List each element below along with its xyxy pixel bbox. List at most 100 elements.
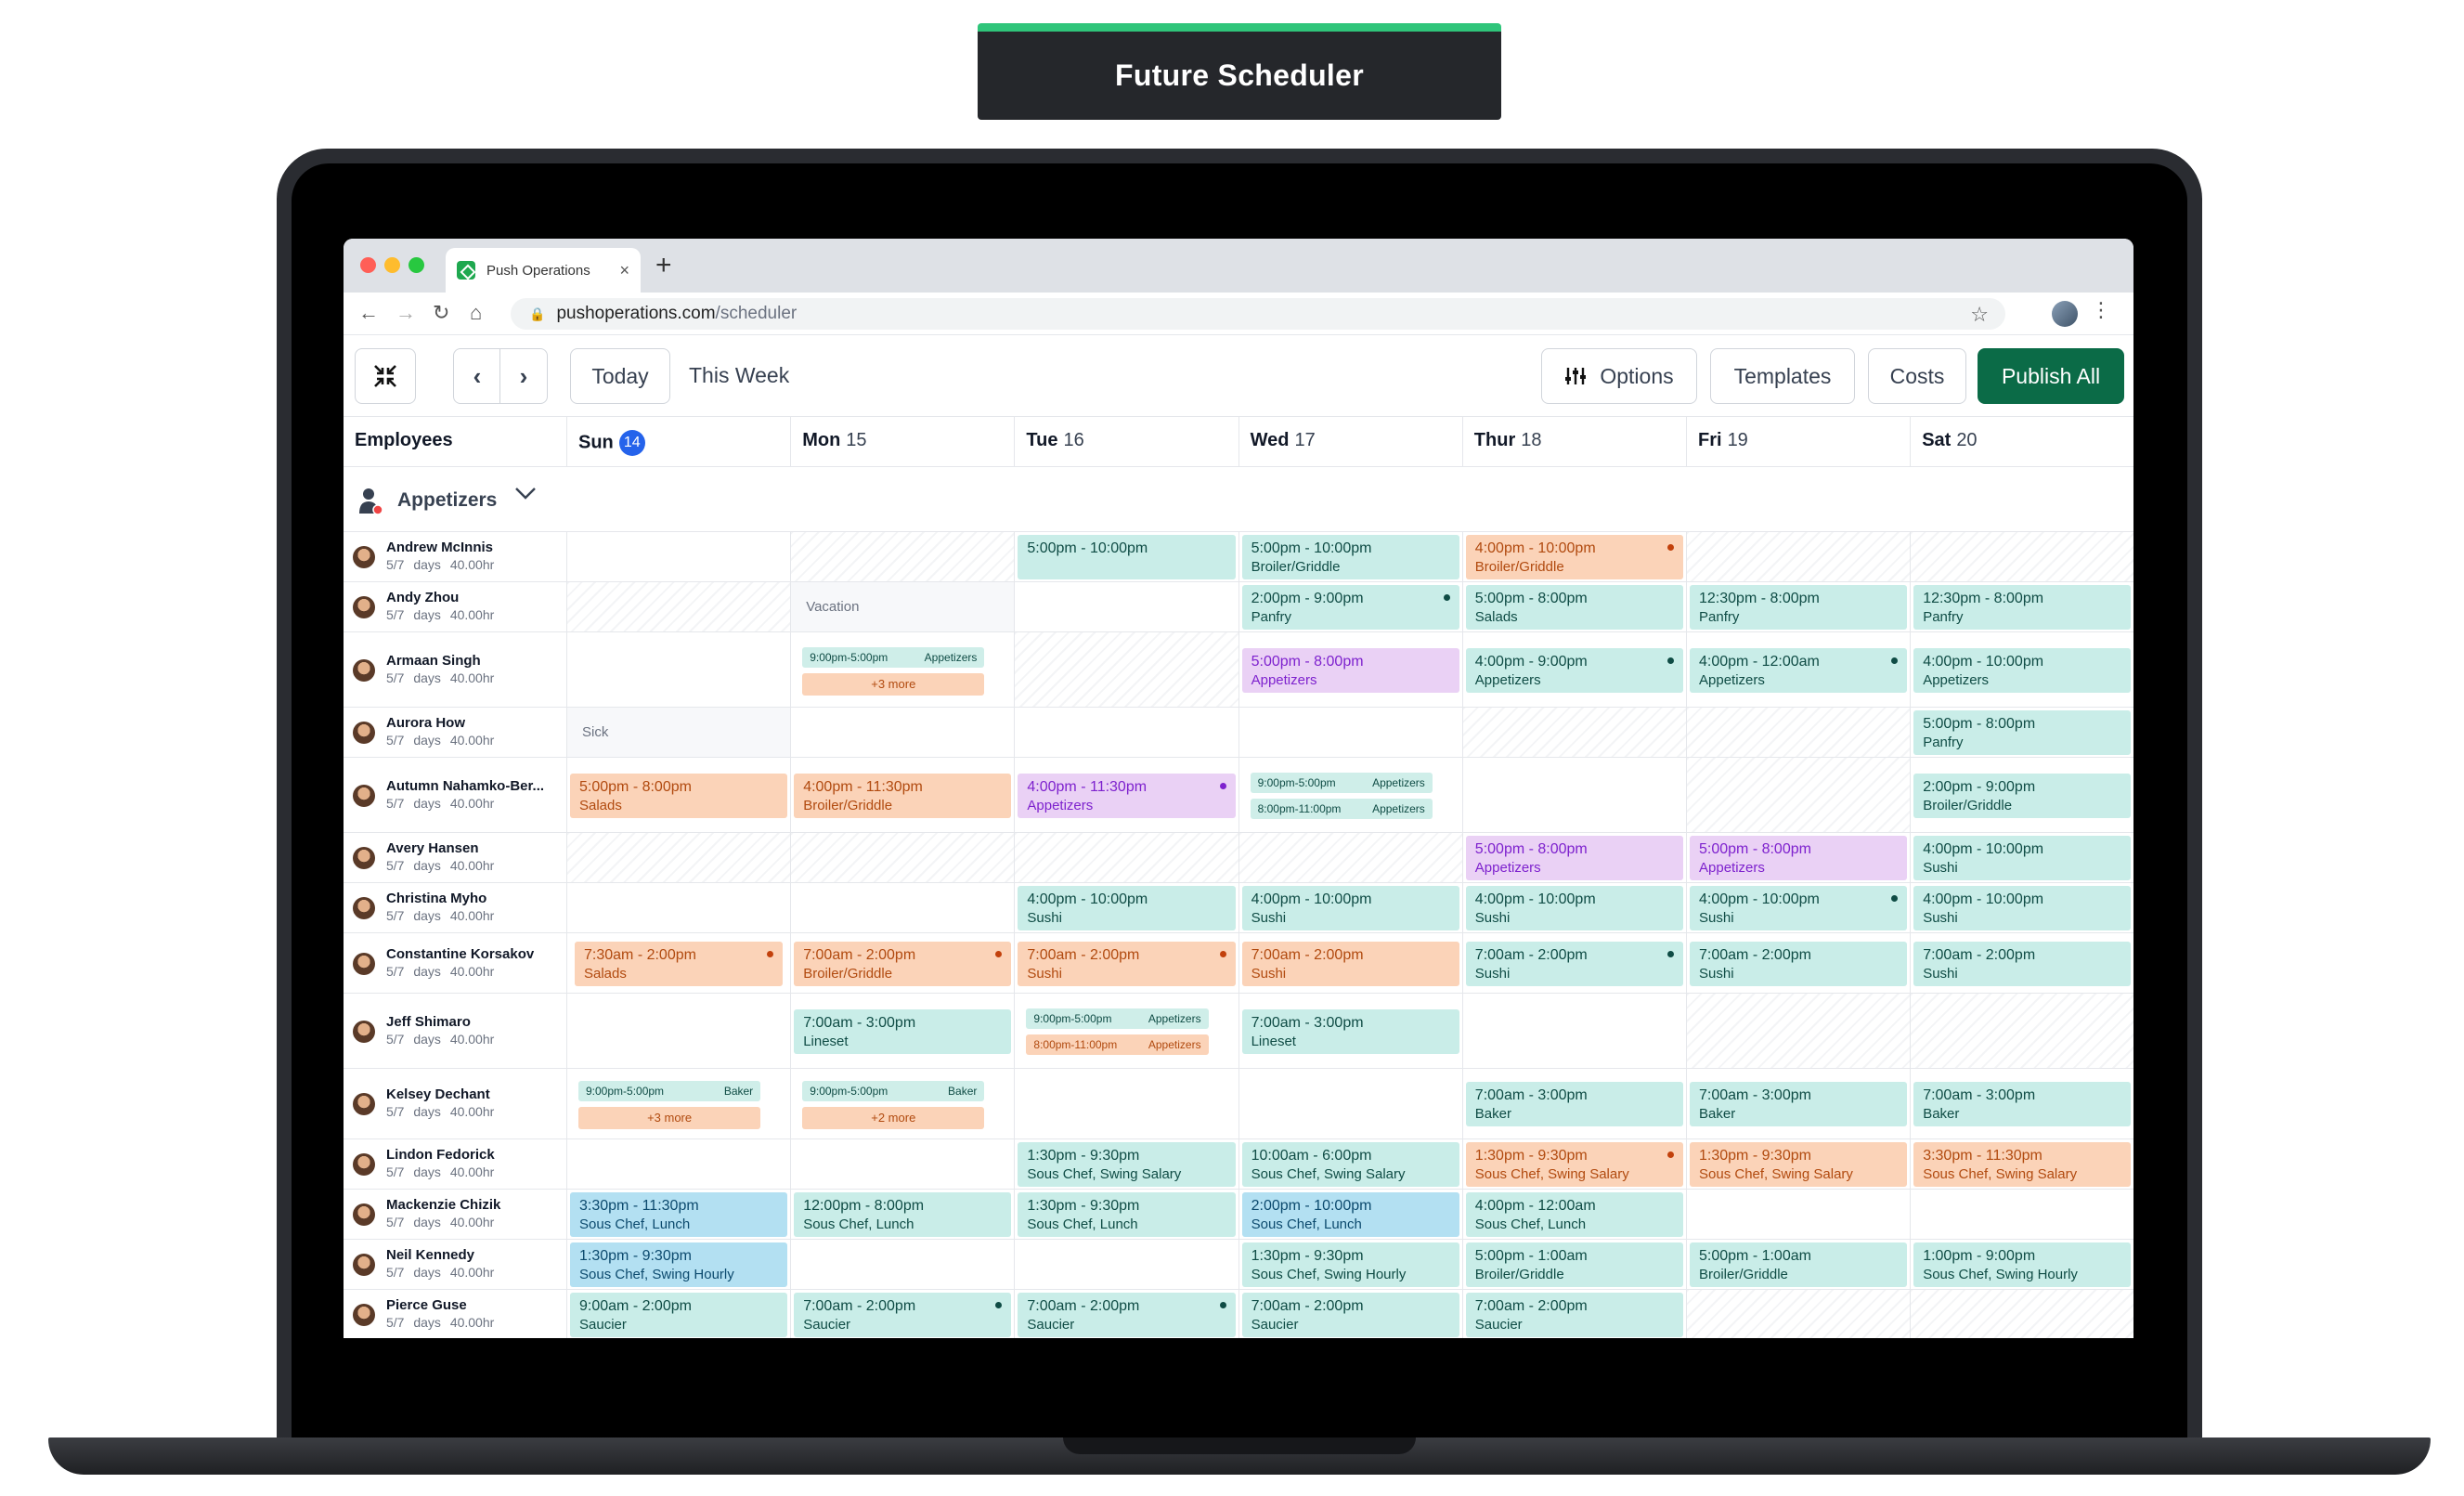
- mini-shift[interactable]: 9:00pm-5:00pm Baker: [578, 1081, 761, 1101]
- schedule-cell[interactable]: 12:30pm - 8:00pm Panfry: [1686, 582, 1910, 631]
- schedule-cell[interactable]: 7:00am - 3:00pm Baker: [1461, 1069, 1686, 1138]
- shift-block[interactable]: 4:00pm - 10:00pm Broiler/Griddle: [1465, 535, 1683, 579]
- schedule-cell[interactable]: 9:00am - 2:00pm Saucier: [566, 1290, 790, 1338]
- shift-block[interactable]: 7:00am - 3:00pm Baker: [1690, 1082, 1908, 1126]
- schedule-cell[interactable]: [1014, 582, 1238, 631]
- employee-cell[interactable]: Autumn Nahamko-Ber... 5/7 days 40.00hr: [344, 758, 566, 832]
- options-button[interactable]: Options: [1541, 348, 1697, 404]
- schedule-cell[interactable]: 9:00pm-5:00pm Appetizers 8:00pm-11:00pm App…: [1238, 758, 1462, 832]
- browser-tab[interactable]: Push Operations ×: [446, 248, 641, 293]
- schedule-cell[interactable]: 7:00am - 2:00pm Sushi: [1461, 933, 1686, 993]
- schedule-cell[interactable]: [1461, 758, 1686, 832]
- schedule-cell[interactable]: 7:00am - 3:00pm Lineset: [790, 994, 1014, 1068]
- templates-button[interactable]: Templates: [1710, 348, 1855, 404]
- group-header-appetizers[interactable]: Appetizers: [344, 467, 2133, 532]
- schedule-cell[interactable]: 12:00pm - 8:00pm Sous Chef, Lunch: [790, 1190, 1014, 1239]
- schedule-cell[interactable]: [1910, 994, 2133, 1068]
- shift-block[interactable]: 7:00am - 2:00pm Saucier: [794, 1293, 1012, 1337]
- more-shifts-button[interactable]: +2 more: [802, 1107, 985, 1129]
- schedule-cell[interactable]: 4:00pm - 10:00pm Sushi: [1910, 833, 2133, 882]
- schedule-cell[interactable]: 1:30pm - 9:30pm Sous Chef, Swing Salary: [1014, 1139, 1238, 1189]
- mini-shift[interactable]: 9:00pm-5:00pm Baker: [802, 1081, 985, 1101]
- schedule-cell[interactable]: [1014, 632, 1238, 707]
- shift-block[interactable]: 5:00pm - 10:00pm: [1018, 535, 1236, 579]
- schedule-cell[interactable]: [790, 833, 1015, 882]
- shift-block[interactable]: 12:00pm - 8:00pm Sous Chef, Lunch: [794, 1192, 1012, 1237]
- shift-block[interactable]: 12:30pm - 8:00pm Panfry: [1913, 585, 2132, 630]
- schedule-cell[interactable]: 4:00pm - 12:00am Sous Chef, Lunch: [1461, 1190, 1686, 1239]
- schedule-cell[interactable]: 7:00am - 2:00pm Sushi: [1014, 933, 1238, 993]
- chevron-down-icon[interactable]: [514, 482, 537, 506]
- shift-block[interactable]: 4:00pm - 11:30pm Appetizers: [1018, 773, 1236, 818]
- schedule-cell[interactable]: 5:00pm - 8:00pm Appetizers: [1686, 833, 1910, 882]
- schedule-cell[interactable]: 4:00pm - 10:00pm Appetizers: [1910, 632, 2133, 707]
- schedule-cell[interactable]: [1910, 1290, 2133, 1338]
- url-field[interactable]: 🔒 pushoperations.com/scheduler ☆: [511, 298, 2005, 330]
- schedule-cell[interactable]: [1238, 1069, 1462, 1138]
- schedule-cell[interactable]: 9:00pm-5:00pm Appetizers +3 more: [790, 632, 1014, 707]
- schedule-cell[interactable]: 1:30pm - 9:30pm Sous Chef, Lunch: [1014, 1190, 1238, 1239]
- shift-block[interactable]: 3:30pm - 11:30pm Sous Chef, Lunch: [570, 1192, 788, 1237]
- shift-block[interactable]: 7:00am - 2:00pm Sushi: [1913, 941, 2132, 986]
- schedule-cell[interactable]: 7:00am - 3:00pm Baker: [1910, 1069, 2133, 1138]
- shift-block[interactable]: 4:00pm - 10:00pm Sushi: [1018, 886, 1236, 930]
- shift-block[interactable]: 7:00am - 2:00pm Sushi: [1018, 941, 1236, 986]
- shift-block[interactable]: 4:00pm - 12:00am Sous Chef, Lunch: [1465, 1192, 1683, 1237]
- shift-block[interactable]: 7:00am - 2:00pm Saucier: [1018, 1293, 1236, 1337]
- shift-block[interactable]: 5:00pm - 8:00pm Appetizers: [1465, 836, 1683, 880]
- shift-block[interactable]: 7:00am - 2:00pm Sushi: [1690, 941, 1908, 986]
- shift-block[interactable]: 1:30pm - 9:30pm Sous Chef, Swing Salary: [1465, 1142, 1683, 1187]
- schedule-cell[interactable]: 7:00am - 2:00pm Broiler/Griddle: [790, 933, 1014, 993]
- schedule-cell[interactable]: 2:00pm - 9:00pm Panfry: [1238, 582, 1462, 631]
- shift-block[interactable]: 3:30pm - 11:30pm Sous Chef, Swing Salary: [1913, 1142, 2132, 1187]
- employee-cell[interactable]: Lindon Fedorick 5/7 days 40.00hr: [344, 1139, 566, 1189]
- schedule-cell[interactable]: [1686, 532, 1911, 581]
- shift-block[interactable]: 5:00pm - 1:00am Broiler/Griddle: [1690, 1242, 1908, 1287]
- schedule-cell[interactable]: 7:00am - 2:00pm Saucier: [1238, 1290, 1462, 1338]
- employee-cell[interactable]: Jeff Shimaro 5/7 days 40.00hr: [344, 994, 566, 1068]
- publish-all-button[interactable]: Publish All: [1978, 348, 2124, 404]
- day-header-tue[interactable]: Tue 16: [1014, 417, 1238, 467]
- tab-close-icon[interactable]: ×: [619, 261, 629, 280]
- schedule-cell[interactable]: [790, 1240, 1014, 1289]
- schedule-cell[interactable]: 7:00am - 3:00pm Baker: [1686, 1069, 1910, 1138]
- schedule-cell[interactable]: 5:00pm - 1:00am Broiler/Griddle: [1686, 1240, 1910, 1289]
- schedule-cell[interactable]: 3:30pm - 11:30pm Sous Chef, Lunch: [566, 1190, 790, 1239]
- employee-cell[interactable]: Aurora How 5/7 days 40.00hr: [344, 708, 566, 757]
- shift-block[interactable]: 2:00pm - 10:00pm Sous Chef, Lunch: [1241, 1192, 1459, 1237]
- schedule-cell[interactable]: 7:00am - 2:00pm Sushi: [1910, 933, 2133, 993]
- schedule-cell[interactable]: 4:00pm - 10:00pm Sushi: [1238, 883, 1462, 932]
- shift-block[interactable]: 12:30pm - 8:00pm Panfry: [1690, 585, 1908, 630]
- employee-cell[interactable]: Armaan Singh 5/7 days 40.00hr: [344, 632, 566, 707]
- schedule-cell[interactable]: 7:30am - 2:00pm Salads: [566, 933, 790, 993]
- schedule-cell[interactable]: 5:00pm - 10:00pm: [1014, 532, 1238, 581]
- schedule-cell[interactable]: 4:00pm - 11:30pm Appetizers: [1014, 758, 1238, 832]
- schedule-cell[interactable]: 5:00pm - 8:00pm Panfry: [1910, 708, 2133, 757]
- schedule-cell[interactable]: 5:00pm - 8:00pm Appetizers: [1461, 833, 1686, 882]
- schedule-cell[interactable]: Sick: [566, 708, 791, 757]
- kebab-menu-icon[interactable]: ⋮: [2091, 298, 2111, 322]
- shift-block[interactable]: 9:00am - 2:00pm Saucier: [570, 1293, 788, 1337]
- schedule-cell[interactable]: [1238, 833, 1462, 882]
- profile-avatar[interactable]: [2052, 301, 2078, 327]
- schedule-cell[interactable]: 4:00pm - 10:00pm Sushi: [1910, 883, 2133, 932]
- schedule-cell[interactable]: [790, 532, 1015, 581]
- shift-block[interactable]: 2:00pm - 9:00pm Panfry: [1241, 585, 1459, 630]
- back-arrow-icon[interactable]: ←: [358, 301, 379, 325]
- mini-shift[interactable]: 9:00pm-5:00pm Appetizers: [1250, 772, 1433, 793]
- schedule-cell[interactable]: [1014, 1240, 1238, 1289]
- close-window-icon[interactable]: [360, 257, 376, 273]
- shift-block[interactable]: 1:30pm - 9:30pm Sous Chef, Lunch: [1018, 1192, 1236, 1237]
- shift-block[interactable]: 7:00am - 2:00pm Broiler/Griddle: [794, 941, 1012, 986]
- shift-block[interactable]: 1:30pm - 9:30pm Sous Chef, Swing Hourly: [570, 1242, 788, 1287]
- home-icon[interactable]: ⌂: [470, 301, 482, 325]
- schedule-cell[interactable]: [1014, 1069, 1238, 1138]
- schedule-cell[interactable]: 1:30pm - 9:30pm Sous Chef, Swing Salary: [1686, 1139, 1910, 1189]
- shift-block[interactable]: 10:00am - 6:00pm Sous Chef, Swing Salary: [1241, 1142, 1459, 1187]
- shift-block[interactable]: 4:00pm - 11:30pm Broiler/Griddle: [794, 773, 1012, 818]
- shift-block[interactable]: 7:00am - 2:00pm Saucier: [1241, 1293, 1459, 1337]
- employee-cell[interactable]: Pierce Guse 5/7 days 40.00hr: [344, 1290, 566, 1338]
- shift-block[interactable]: 2:00pm - 9:00pm Broiler/Griddle: [1913, 773, 2132, 818]
- schedule-cell[interactable]: [1910, 532, 2133, 581]
- day-header-sat[interactable]: Sat 20: [1910, 417, 2133, 467]
